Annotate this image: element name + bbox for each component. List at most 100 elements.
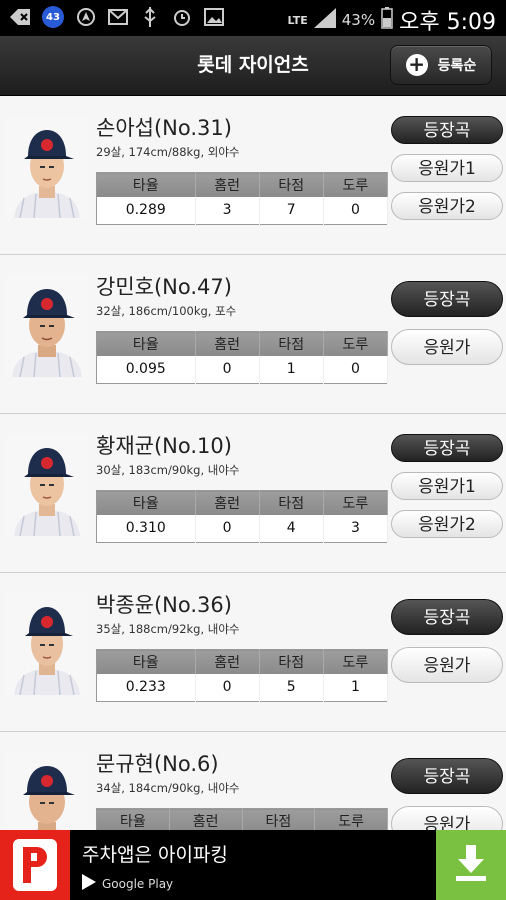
list-item[interactable]: 박종윤(No.36) 35살, 188cm/92kg, 내야수 타율 홈런 타점… — [0, 573, 506, 732]
signal-icon — [313, 8, 336, 32]
player-photo — [6, 752, 88, 830]
alarm-icon — [172, 7, 192, 27]
cheer-song-1-button[interactable]: 응원가1 — [391, 472, 503, 500]
download-icon — [454, 845, 488, 885]
header-rbi: 타점 — [259, 172, 324, 197]
player-name: 강민호(No.47) — [96, 275, 232, 299]
header-batting-avg: 타율 — [96, 172, 196, 197]
stat-home-runs: 0 — [195, 514, 260, 543]
cheer-song-button[interactable]: 응원가 — [391, 806, 503, 830]
download-button[interactable] — [436, 830, 506, 900]
walkup-song-button[interactable]: 등장곡 — [391, 116, 503, 144]
list-item[interactable]: 손아섭(No.31) 29살, 174cm/88kg, 외야수 타율 홈런 타점… — [0, 96, 506, 255]
header-batting-avg: 타율 — [96, 490, 196, 515]
player-info: 35살, 188cm/92kg, 내야수 — [96, 622, 240, 636]
player-buttons: 등장곡 응원가1 응원가2 — [391, 434, 503, 548]
stat-home-runs: 0 — [195, 355, 260, 384]
iparking-logo — [0, 830, 70, 900]
header-home-runs: 홈런 — [195, 172, 260, 197]
header-batting-avg: 타율 — [96, 808, 170, 830]
player-name: 문규현(No.6) — [96, 752, 219, 776]
player-photo — [6, 116, 88, 218]
stat-batting-avg: 0.289 — [96, 196, 196, 225]
stat-batting-avg: 0.233 — [96, 673, 196, 702]
stat-stolen-bases: 1 — [323, 673, 389, 702]
clock: 오후 5:09 — [399, 10, 496, 35]
stats-table: 타율 홈런 타점 도루 0.233 0 5 1 — [96, 649, 389, 702]
header-home-runs: 홈런 — [169, 808, 243, 830]
player-info: 30살, 183cm/90kg, 내야수 — [96, 463, 240, 477]
cheer-song-2-button[interactable]: 응원가2 — [391, 192, 503, 220]
player-info: 32살, 186cm/100kg, 포수 — [96, 304, 237, 318]
image-icon — [204, 7, 224, 27]
back-icon — [10, 7, 30, 27]
header-stolen-bases: 도루 — [323, 649, 389, 674]
stat-batting-avg: 0.310 — [96, 514, 196, 543]
location-icon — [76, 7, 96, 27]
stat-rbi: 7 — [259, 196, 324, 225]
header-batting-avg: 타율 — [96, 649, 196, 674]
cheer-song-2-button[interactable]: 응원가2 — [391, 510, 503, 538]
player-photo — [6, 275, 88, 377]
network-label: LTE — [287, 13, 308, 27]
notification-count-badge: 43 — [42, 6, 64, 28]
header-home-runs: 홈런 — [195, 649, 260, 674]
sort-registration-order-button[interactable]: + 등록순 — [390, 45, 492, 85]
header-stolen-bases: 도루 — [323, 490, 389, 515]
player-buttons: 등장곡 응원가 — [391, 599, 503, 693]
header-rbi: 타점 — [259, 649, 324, 674]
header-stolen-bases: 도루 — [323, 172, 389, 197]
battery-percent: 43% — [341, 11, 376, 29]
cheer-song-button[interactable]: 응원가 — [391, 329, 503, 365]
header-stolen-bases: 도루 — [314, 808, 388, 830]
stat-rbi: 5 — [259, 673, 324, 702]
cheer-song-1-button[interactable]: 응원가1 — [391, 154, 503, 182]
header-rbi: 타점 — [242, 808, 316, 830]
header-batting-avg: 타율 — [96, 331, 196, 356]
player-name: 황재균(No.10) — [96, 434, 232, 458]
header-stolen-bases: 도루 — [323, 331, 389, 356]
stats-table: 타율 홈런 타점 도루 0.095 0 1 0 — [96, 331, 389, 384]
list-item[interactable]: 강민호(No.47) 32살, 186cm/100kg, 포수 타율 홈런 타점… — [0, 255, 506, 414]
walkup-song-button[interactable]: 등장곡 — [391, 434, 503, 462]
stat-home-runs: 0 — [195, 673, 260, 702]
cheer-song-button[interactable]: 응원가 — [391, 647, 503, 683]
player-photo — [6, 593, 88, 695]
ad-title: 주차앱은 아이파킹 — [82, 844, 228, 866]
player-name: 박종윤(No.36) — [96, 593, 232, 617]
walkup-song-button[interactable]: 등장곡 — [391, 758, 503, 794]
stats-table: 타율 홈런 타점 도루 0.289 3 7 0 — [96, 172, 389, 225]
walkup-song-button[interactable]: 등장곡 — [391, 599, 503, 635]
plus-icon: + — [405, 54, 428, 76]
stat-stolen-bases: 0 — [323, 196, 389, 225]
stat-stolen-bases: 3 — [323, 514, 389, 543]
player-buttons: 등장곡 응원가 — [391, 281, 503, 375]
player-info: 29살, 174cm/88kg, 외야수 — [96, 145, 240, 159]
header-rbi: 타점 — [259, 490, 324, 515]
sort-button-label: 등록순 — [437, 58, 477, 74]
player-buttons: 등장곡 응원가1 응원가2 — [391, 116, 503, 230]
stat-rbi: 1 — [259, 355, 324, 384]
player-buttons: 등장곡 응원가 — [391, 758, 503, 830]
player-list[interactable]: 손아섭(No.31) 29살, 174cm/88kg, 외야수 타율 홈런 타점… — [0, 96, 506, 830]
player-photo — [6, 434, 88, 536]
play-store-icon — [82, 874, 96, 893]
google-play-label: Google Play — [82, 874, 173, 893]
header-home-runs: 홈런 — [195, 490, 260, 515]
usb-icon — [140, 7, 160, 27]
stats-table: 타율 홈런 타점 도루 0.310 0 4 3 — [96, 490, 389, 543]
stat-stolen-bases: 0 — [323, 355, 389, 384]
stat-batting-avg: 0.095 — [96, 355, 196, 384]
app-header: 롯데 자이언츠 + 등록순 — [0, 36, 506, 96]
list-item[interactable]: 문규현(No.6) 34살, 184cm/90kg, 내야수 타율 홈런 타점 … — [0, 732, 506, 830]
player-name: 손아섭(No.31) — [96, 116, 232, 140]
stat-rbi: 4 — [259, 514, 324, 543]
ad-banner[interactable]: 주차앱은 아이파킹 Google Play — [0, 830, 506, 900]
walkup-song-button[interactable]: 등장곡 — [391, 281, 503, 317]
player-info: 34살, 184cm/90kg, 내야수 — [96, 781, 240, 795]
battery-icon — [381, 7, 393, 33]
status-bar: 43 LTE 43% 오후 5:09 — [0, 0, 506, 36]
header-rbi: 타점 — [259, 331, 324, 356]
header-home-runs: 홈런 — [195, 331, 260, 356]
list-item[interactable]: 황재균(No.10) 30살, 183cm/90kg, 내야수 타율 홈런 타점… — [0, 414, 506, 573]
